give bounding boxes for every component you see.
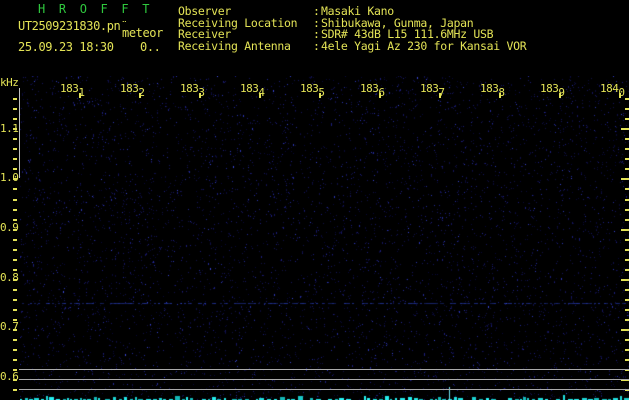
freq-major-tick-right [621, 329, 629, 331]
freq-minor-tick-right [625, 339, 629, 341]
freq-minor-tick-right [625, 239, 629, 241]
freq-minor-tick-left [13, 168, 17, 170]
freq-minor-tick-left [13, 269, 17, 271]
freq-minor-tick-left [13, 98, 17, 100]
freq-minor-tick-left [13, 249, 17, 251]
freq-tick-label: 0.6 [0, 370, 19, 383]
freq-tick-label: 0.8 [0, 270, 19, 284]
freq-minor-tick-left [13, 158, 17, 160]
time-minute-tick [559, 93, 561, 98]
freq-minor-tick-left [13, 118, 17, 120]
freq-minor-tick-left [13, 219, 17, 221]
freq-minor-tick-right [625, 188, 629, 190]
freq-minor-tick-left [13, 329, 17, 331]
freq-minor-tick-right [625, 259, 629, 261]
freq-minor-tick-right [625, 98, 629, 100]
freq-minor-tick-right [625, 168, 629, 170]
freq-minor-tick-left [13, 259, 17, 261]
freq-minor-tick-right [625, 148, 629, 150]
freq-minor-tick-left [13, 299, 17, 301]
freq-axis-unit: kHz [0, 76, 19, 89]
freq-major-tick-right [621, 178, 629, 180]
freq-minor-tick-right [625, 118, 629, 120]
freq-minor-tick-left [13, 389, 17, 391]
freq-minor-tick-right [625, 289, 629, 291]
freq-tick-label: 0.7 [0, 320, 19, 334]
time-minute-tick [259, 93, 261, 98]
observation-mode-label: meteor [122, 26, 163, 40]
freq-minor-tick-right [625, 158, 629, 160]
freq-minor-tick-right [625, 108, 629, 110]
freq-minor-tick-right [625, 349, 629, 351]
meta-colon: : [313, 39, 320, 54]
time-minute-tick [139, 93, 141, 98]
station-info: Observer:Masaki Kano Receiving Location:S… [178, 5, 527, 54]
freq-minor-tick-left [13, 148, 17, 150]
freq-minor-tick-right [625, 269, 629, 271]
time-minute-tick [439, 93, 441, 98]
freq-minor-tick-right [625, 309, 629, 311]
observation-datetime: 25.09.23 18:30 [18, 40, 114, 54]
freq-minor-tick-left [13, 339, 17, 341]
freq-minor-tick-left [13, 199, 17, 201]
freq-minor-tick-right [625, 319, 629, 321]
freq-minor-tick-left [13, 108, 17, 110]
hrofft-window: H R O F F T UT2509231830.pn ¨ meteor 25.… [0, 0, 629, 400]
freq-minor-tick-left [13, 319, 17, 321]
meta-label: Receiving Antenna [178, 39, 291, 54]
freq-minor-tick-left [13, 229, 17, 231]
meta-value: 4ele Yagi Az 230 for Kansai VOR [321, 39, 527, 54]
freq-minor-tick-left [13, 138, 17, 140]
reference-line-lower [19, 389, 629, 390]
output-filename: UT2509231830.pn [18, 19, 121, 33]
freq-minor-tick-left [13, 369, 17, 371]
freq-minor-tick-right [625, 199, 629, 201]
freq-major-tick-right [621, 279, 629, 281]
freq-minor-tick-right [625, 219, 629, 221]
freq-tick-label: 0.9 [0, 220, 19, 234]
calibration-bar [19, 88, 20, 178]
freq-major-tick-right [621, 128, 629, 130]
freq-minor-tick-left [13, 178, 17, 180]
freq-major-tick-right [621, 229, 629, 231]
reference-line-upper [19, 369, 629, 370]
spectrogram-canvas [20, 76, 629, 400]
freq-minor-tick-left [13, 309, 17, 311]
time-minute-tick [619, 93, 621, 98]
freq-minor-tick-right [625, 299, 629, 301]
station-meta-row: Receiving Antenna:4ele Yagi Az 230 for K… [178, 39, 527, 54]
app-title: H R O F F T [38, 2, 153, 16]
time-minute-tick [319, 93, 321, 98]
reference-line-carrier [19, 379, 629, 380]
time-minute-tick [79, 93, 81, 98]
freq-minor-tick-left [13, 279, 17, 281]
freq-minor-tick-right [625, 249, 629, 251]
freq-minor-tick-left [13, 239, 17, 241]
freq-minor-tick-right [625, 359, 629, 361]
time-minute-tick [199, 93, 201, 98]
freq-minor-tick-right [625, 209, 629, 211]
meteor-counter: 0.. [140, 40, 161, 54]
freq-minor-tick-left [13, 209, 17, 211]
freq-minor-tick-left [13, 128, 17, 130]
time-minute-tick [499, 93, 501, 98]
time-minute-tick [379, 93, 381, 98]
freq-minor-tick-left [13, 379, 17, 381]
freq-minor-tick-left [13, 289, 17, 291]
freq-minor-tick-left [13, 359, 17, 361]
freq-minor-tick-left [13, 188, 17, 190]
freq-minor-tick-right [625, 138, 629, 140]
freq-minor-tick-left [13, 349, 17, 351]
